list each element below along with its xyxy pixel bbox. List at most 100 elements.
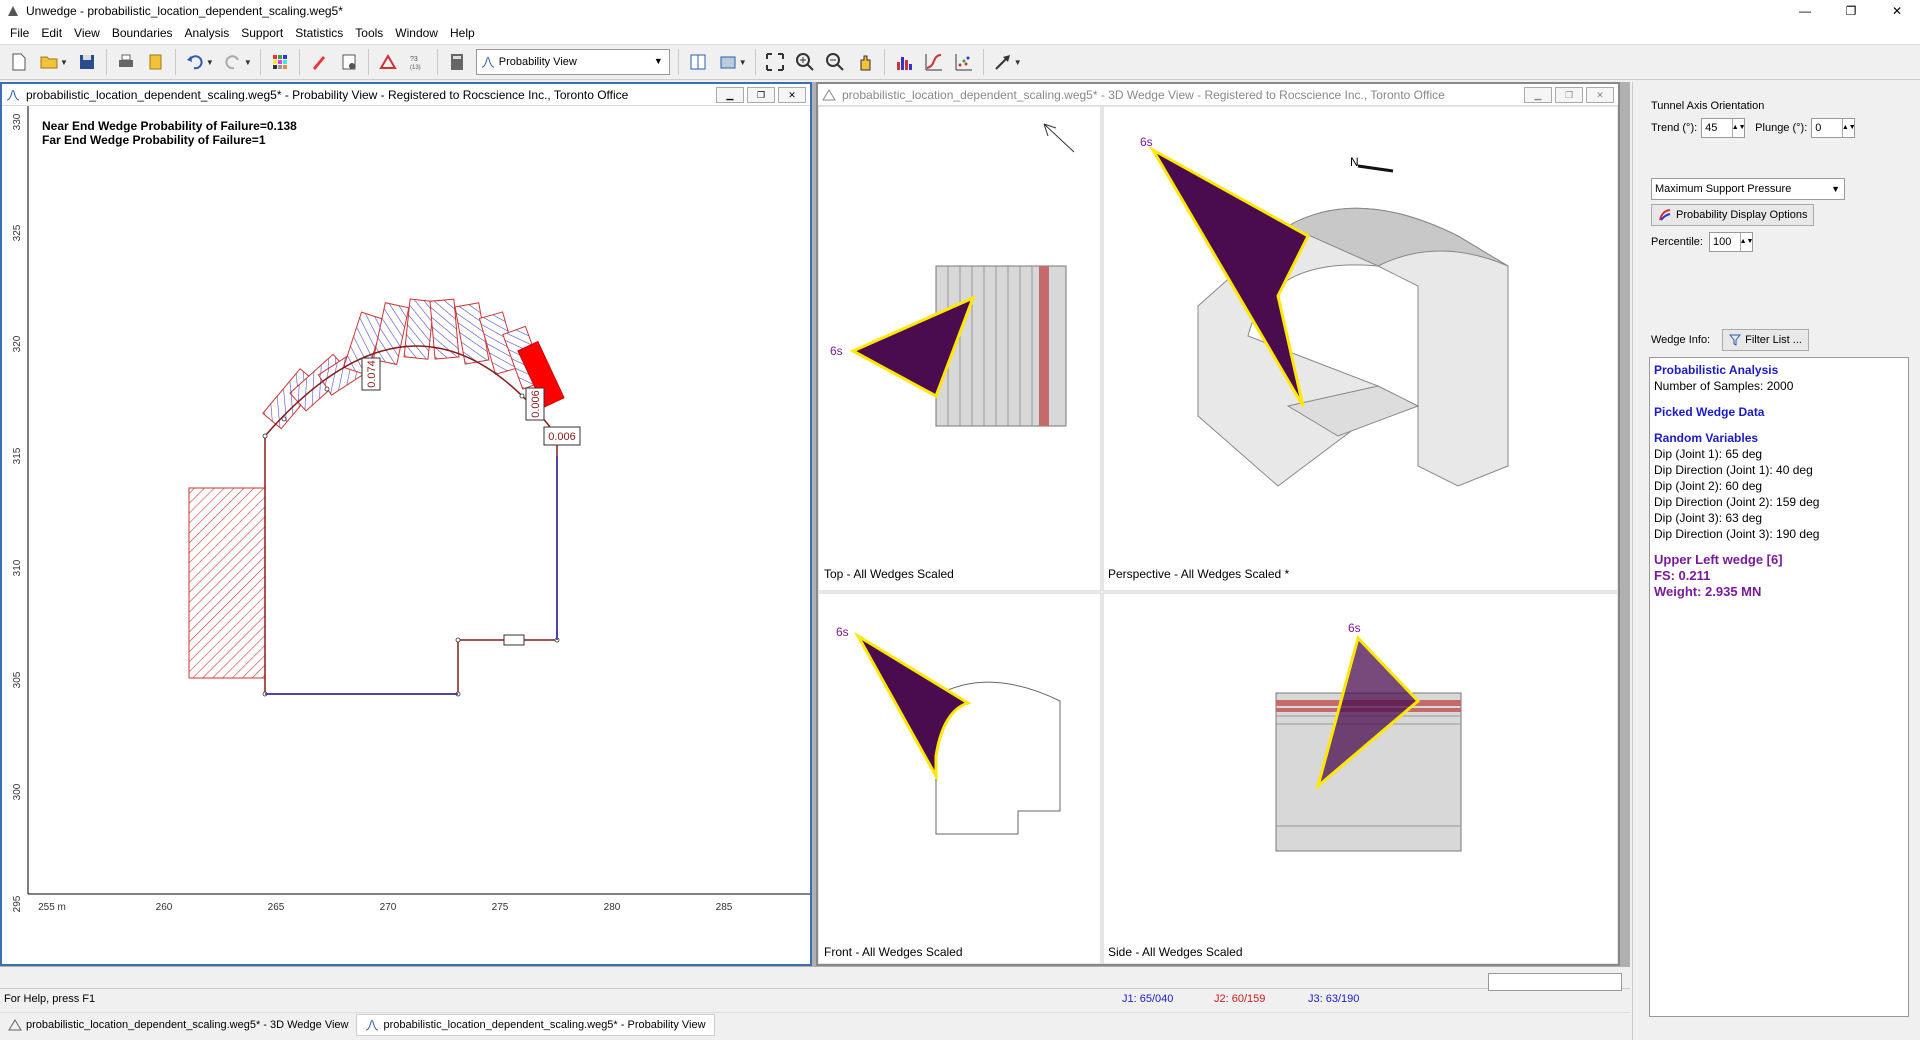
new-file-button[interactable]: [6, 49, 32, 75]
calculator-button[interactable]: [444, 49, 470, 75]
roof-probability-bars[interactable]: [262, 298, 565, 430]
redo-button[interactable]: [220, 49, 246, 75]
child-minimize-button[interactable]: ▁: [716, 87, 744, 103]
pencil-icon: [312, 56, 325, 70]
info-heading: Probabilistic Analysis: [1654, 363, 1779, 377]
spin-arrows-icon[interactable]: ▲▼: [1842, 119, 1856, 137]
grid-colors-button[interactable]: [267, 49, 293, 75]
svg-text:?3: ?3: [410, 56, 418, 63]
left-wall-probability-bar[interactable]: [188, 487, 266, 679]
child-minimize-button[interactable]: ▁: [1524, 87, 1552, 103]
zoom-all-button[interactable]: [762, 49, 788, 75]
menu-boundaries[interactable]: Boundaries: [106, 26, 179, 40]
menu-tools[interactable]: Tools: [349, 26, 389, 40]
wedge-info-box[interactable]: Probabilistic Analysis Number of Samples…: [1649, 357, 1909, 1017]
child-close-button[interactable]: ✕: [778, 87, 806, 103]
probability-display-options-button[interactable]: Probability Display Options: [1651, 204, 1815, 226]
edit-wedge-button[interactable]: [306, 49, 332, 75]
menu-window[interactable]: Window: [389, 26, 444, 40]
x-tick: 275: [492, 902, 509, 913]
histogram-button[interactable]: [891, 49, 917, 75]
wedge-view-icon: [822, 88, 836, 100]
close-button[interactable]: ✕: [1874, 0, 1920, 22]
probability-label[interactable]: 0.074: [361, 357, 381, 391]
child-restore-button[interactable]: ❐: [1555, 87, 1583, 103]
location-marker[interactable]: [503, 634, 525, 646]
menu-edit[interactable]: Edit: [35, 26, 68, 40]
window-tabs: probabilistic_location_dependent_scaling…: [0, 1012, 1630, 1036]
print-button[interactable]: [113, 49, 139, 75]
wedge-view-titlebar[interactable]: probabilistic_location_dependent_scaling…: [818, 84, 1618, 106]
scatter-plot-icon: [955, 54, 972, 71]
y-tick: 320: [12, 335, 23, 352]
probability-view-titlebar[interactable]: probabilistic_location_dependent_scaling…: [2, 84, 810, 106]
status-joint-1: J1: 65/040: [1122, 992, 1174, 1005]
joint-properties-button[interactable]: [375, 49, 401, 75]
probability-plot[interactable]: 330 325 320 315 310 305 300 295 255 m 26…: [2, 106, 810, 964]
child-close-button[interactable]: ✕: [1586, 87, 1614, 103]
maximize-button[interactable]: ❐: [1828, 0, 1874, 22]
svg-text:0.074: 0.074: [366, 360, 378, 388]
title-bar: Unwedge - probabilistic_location_depende…: [0, 0, 1920, 22]
menu-analysis[interactable]: Analysis: [179, 26, 236, 40]
redo-dropdown-icon[interactable]: ▼: [244, 58, 252, 67]
info-line: Dip Direction (Joint 2): 159 deg: [1654, 495, 1820, 509]
window-dropdown-icon[interactable]: ▼: [739, 58, 747, 67]
tab-probability-view[interactable]: probabilistic_location_dependent_scaling…: [356, 1013, 715, 1036]
menu-statistics[interactable]: Statistics: [289, 26, 349, 40]
menu-support[interactable]: Support: [235, 26, 289, 40]
support-select[interactable]: Maximum Support Pressure ▼: [1651, 178, 1845, 200]
palette-icon: [1659, 209, 1671, 221]
new-window-button[interactable]: [715, 49, 741, 75]
spin-arrows-icon[interactable]: ▲▼: [1732, 119, 1746, 137]
open-dropdown-icon[interactable]: ▼: [60, 58, 68, 67]
wedge-view-title: probabilistic_location_dependent_scaling…: [842, 87, 1445, 102]
tunnel-axis-group: Tunnel Axis Orientation Trend (°): 45 ▲▼ …: [1651, 100, 1856, 138]
zoom-out-button[interactable]: [822, 49, 848, 75]
layout-button[interactable]: [685, 49, 711, 75]
x-tick: 270: [380, 902, 397, 913]
minimize-button[interactable]: —: [1782, 0, 1828, 22]
trend-input[interactable]: 45 ▲▼: [1701, 118, 1746, 138]
probability-label[interactable]: 0.006: [525, 387, 545, 421]
cumulative-plot-button[interactable]: [921, 49, 947, 75]
distribution-curve-icon: [366, 1019, 379, 1030]
pan-button[interactable]: [852, 49, 878, 75]
probability-view-window[interactable]: probabilistic_location_dependent_scaling…: [0, 82, 812, 966]
zoom-in-button[interactable]: [792, 49, 818, 75]
menu-view[interactable]: View: [68, 26, 106, 40]
arrow-icon: [994, 55, 1010, 70]
menu-help[interactable]: Help: [444, 26, 481, 40]
svg-text:0.006: 0.006: [548, 431, 576, 443]
percentile-input[interactable]: 100 ▲▼: [1708, 232, 1753, 252]
menu-file[interactable]: File: [4, 26, 35, 40]
probability-view-title: probabilistic_location_dependent_scaling…: [26, 87, 629, 102]
distribution-curve-icon: [6, 89, 20, 100]
spin-arrows-icon[interactable]: ▲▼: [1740, 233, 1753, 251]
histogram-icon: [896, 57, 912, 70]
save-button[interactable]: [74, 49, 100, 75]
plunge-input[interactable]: 0 ▲▼: [1811, 118, 1856, 138]
probability-label[interactable]: 0.006: [543, 426, 581, 446]
sampling-button[interactable]: ?3 (13): [405, 49, 431, 75]
filter-list-button[interactable]: Filter List ...: [1722, 329, 1809, 351]
percentile-label: Percentile:: [1651, 236, 1703, 248]
tab-3d-wedge-view[interactable]: probabilistic_location_dependent_scaling…: [0, 1014, 356, 1036]
columns-icon: [690, 54, 706, 70]
y-tick: 325: [12, 224, 23, 241]
wedge-view-window[interactable]: probabilistic_location_dependent_scaling…: [816, 82, 1620, 966]
view-select[interactable]: Probability View ▼: [475, 49, 670, 75]
arrow-tool-button[interactable]: [990, 49, 1016, 75]
wedge-views[interactable]: 6s Top - All Wedges Scaled N 6s Perspect…: [818, 106, 1618, 964]
arrow-dropdown-icon[interactable]: ▼: [1014, 58, 1022, 67]
calculator-icon: [450, 54, 463, 70]
project-settings-button[interactable]: [336, 49, 362, 75]
undo-dropdown-icon[interactable]: ▼: [206, 58, 214, 67]
print-preview-button[interactable]: [143, 49, 169, 75]
info-line: Dip Direction (Joint 3): 190 deg: [1654, 527, 1820, 541]
open-file-button[interactable]: [36, 49, 62, 75]
child-restore-button[interactable]: ❐: [747, 87, 775, 103]
near-end-probability: Near End Wedge Probability of Failure=0.…: [42, 119, 297, 133]
undo-button[interactable]: [182, 49, 208, 75]
scatter-plot-button[interactable]: [951, 49, 977, 75]
